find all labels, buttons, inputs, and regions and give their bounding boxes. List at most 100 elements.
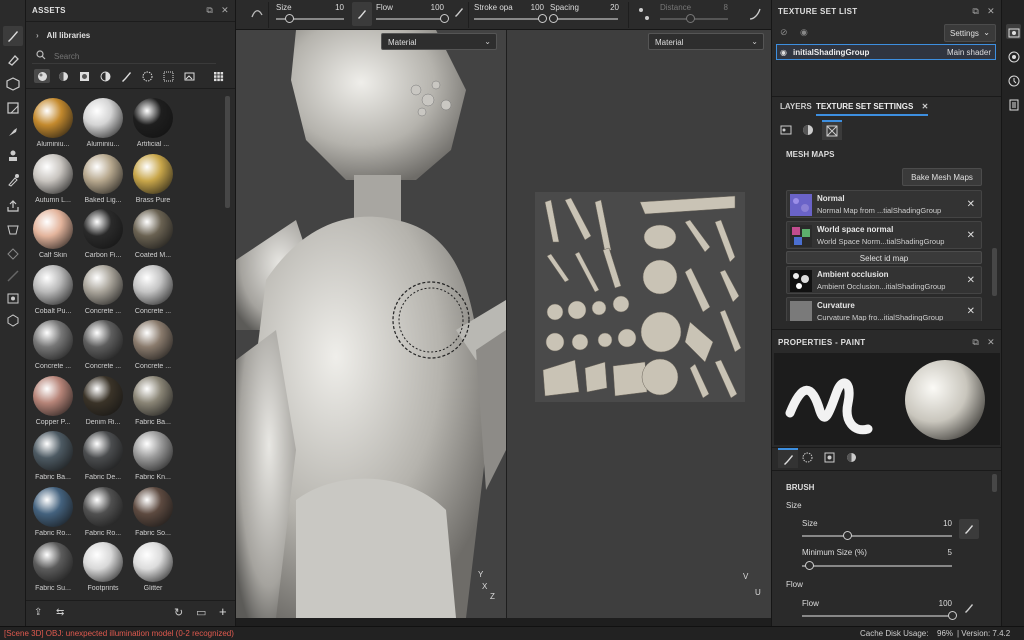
export-icon[interactable] (3, 196, 23, 216)
distance-value[interactable]: 8 (708, 3, 728, 12)
add-icon[interactable]: + (219, 604, 227, 619)
viewport-3d[interactable]: Material ⌄ Y X Z (236, 30, 506, 618)
remove-map-icon[interactable]: ✕ (967, 230, 975, 241)
material-thumbnail[interactable]: Copper P... (30, 375, 76, 430)
smudge-icon[interactable] (3, 122, 23, 142)
mesh-map-ambient-occlusion[interactable]: Ambient occlusion Ambient Occlusion...it… (786, 266, 982, 294)
viewer-icon[interactable] (3, 310, 23, 330)
assets-scrollbar[interactable] (225, 96, 230, 208)
camera-icon[interactable] (3, 288, 23, 308)
stroke-opacity-slider[interactable] (474, 18, 542, 20)
spacing-slider[interactable] (550, 18, 618, 20)
mesh-map-world-space-normal[interactable]: World space normal World Space Norm...ti… (786, 221, 982, 249)
close-tab-icon[interactable]: ✕ (922, 102, 929, 111)
grid-view-icon[interactable] (210, 69, 226, 83)
stroke-alignment-icon[interactable] (748, 7, 762, 23)
undock-icon[interactable]: ⧉ (206, 5, 213, 16)
material-thumbnail[interactable]: Concrete ... (30, 320, 76, 374)
spacing-value[interactable]: 20 (599, 3, 619, 12)
material-thumbnail[interactable]: Carbon Fi... (80, 209, 126, 263)
tab-layers[interactable]: LAYERS (780, 102, 812, 111)
flow-pressure-icon[interactable] (964, 603, 974, 615)
clone-stamp-icon[interactable] (3, 146, 23, 166)
pen-pressure-icon[interactable] (352, 2, 372, 26)
link-icon[interactable]: ⊘ (780, 27, 788, 38)
viewport-2d-channel-dropdown[interactable]: Material ⌄ (648, 33, 764, 50)
minimum-size-slider-handle[interactable] (805, 561, 814, 570)
viewport-2d[interactable]: Material ⌄ V U (507, 30, 771, 618)
measure-icon[interactable] (3, 266, 23, 286)
material-thumbnail[interactable]: Fabric Su... (30, 542, 76, 596)
material-thumbnail[interactable]: Coated M... (130, 209, 176, 263)
distance-slider-handle[interactable] (686, 14, 696, 23)
material-tab-icon[interactable] (846, 452, 857, 465)
mesh-maps-tab-icon[interactable] (822, 120, 842, 140)
size-value[interactable]: 10 (324, 3, 344, 12)
material-thumbnail[interactable]: Baked Lig... (80, 153, 126, 208)
remove-map-icon[interactable]: ✕ (967, 199, 975, 210)
visibility-eye-icon[interactable]: ◉ (780, 48, 787, 57)
material-thumbnail[interactable]: Artificial ... (130, 98, 176, 152)
stroke-opacity-slider-handle[interactable] (537, 14, 547, 23)
mesh-map-curvature[interactable]: Curvature Curvature Map fro...itialShadi… (786, 297, 982, 321)
minimum-size-slider[interactable] (802, 565, 952, 567)
close-icon[interactable]: ✕ (221, 5, 229, 16)
camera-settings-icon[interactable] (1006, 24, 1021, 39)
tab-texture-set-settings[interactable]: TEXTURE SET SETTINGS ✕ (816, 102, 929, 116)
material-thumbnail[interactable]: Concrete ... (130, 264, 176, 319)
filter-grunges-icon[interactable] (160, 69, 176, 83)
close-icon[interactable]: ✕ (987, 6, 995, 17)
material-thumbnail[interactable]: Fabric De... (80, 431, 126, 485)
display-settings-icon[interactable] (1006, 49, 1021, 64)
brush-size-value[interactable]: 10 (932, 519, 952, 528)
brush-size-slider[interactable] (802, 535, 952, 537)
undock-icon[interactable]: ⧉ (972, 337, 979, 348)
filter-textures-icon[interactable] (76, 69, 92, 83)
filter-masks-icon[interactable] (97, 69, 113, 83)
material-thumbnail[interactable]: Glitter (130, 542, 176, 596)
geometry-mask-icon[interactable] (3, 244, 23, 264)
flow-slider-handle[interactable] (439, 14, 449, 23)
import-icon[interactable]: ⇪ (34, 607, 42, 618)
brush-flow-slider-handle[interactable] (947, 611, 957, 620)
bake-icon[interactable] (3, 220, 23, 240)
material-thumbnail[interactable]: Denim Ri... (80, 375, 126, 430)
filter-brushes-icon[interactable] (118, 69, 134, 83)
material-thumbnail[interactable]: Footprints (80, 542, 126, 596)
color-picker-icon[interactable] (3, 170, 23, 190)
size-pressure-icon[interactable] (959, 519, 979, 539)
texture-set-row[interactable]: ◉ initialShadingGroup Main shader (776, 44, 996, 60)
symmetry-icon[interactable] (250, 7, 264, 23)
material-thumbnail[interactable]: Calf Skin (30, 209, 76, 263)
remove-map-icon[interactable]: ✕ (967, 275, 975, 286)
material-thumbnail[interactable]: Fabric Ba... (30, 431, 76, 485)
properties-scrollbar[interactable] (992, 474, 997, 492)
refresh-icon[interactable]: ↻ (174, 606, 183, 619)
flow-pen-icon[interactable] (454, 7, 464, 19)
bake-mesh-maps-button[interactable]: Bake Mesh Maps (902, 168, 982, 186)
minimum-size-value[interactable]: 5 (932, 548, 952, 557)
library-settings-icon[interactable]: ⇆ (56, 607, 64, 618)
close-icon[interactable]: ✕ (987, 337, 995, 348)
shader-settings-icon[interactable] (802, 124, 816, 138)
material-thumbnail[interactable]: Fabric Ro... (80, 486, 126, 541)
history-icon[interactable] (1006, 73, 1021, 88)
settings-dropdown[interactable]: Settings ⌄ (944, 24, 996, 42)
brush-size-slider-handle[interactable] (842, 531, 852, 540)
size-slider-handle[interactable] (285, 14, 295, 23)
filter-alphas-icon[interactable] (139, 69, 155, 83)
material-thumbnail[interactable]: Aluminiu... (80, 98, 126, 152)
spacing-slider-handle[interactable] (548, 14, 558, 23)
search-input[interactable] (54, 50, 204, 62)
remove-map-icon[interactable]: ✕ (967, 306, 975, 317)
all-libraries-item[interactable]: › All libraries (36, 31, 90, 40)
material-thumbnail[interactable]: Concrete ... (80, 264, 126, 319)
texture-settings-scrollbar[interactable] (992, 248, 997, 296)
eye-icon[interactable]: ◉ (800, 27, 808, 38)
material-thumbnail[interactable]: Concrete ... (80, 320, 126, 374)
lazy-mouse-icon[interactable] (638, 6, 650, 24)
brush-flow-slider[interactable] (802, 615, 952, 617)
eraser-icon[interactable] (3, 50, 23, 70)
filter-smart-materials-icon[interactable] (55, 69, 71, 83)
material-thumbnail[interactable]: Brass Pure (130, 153, 176, 208)
